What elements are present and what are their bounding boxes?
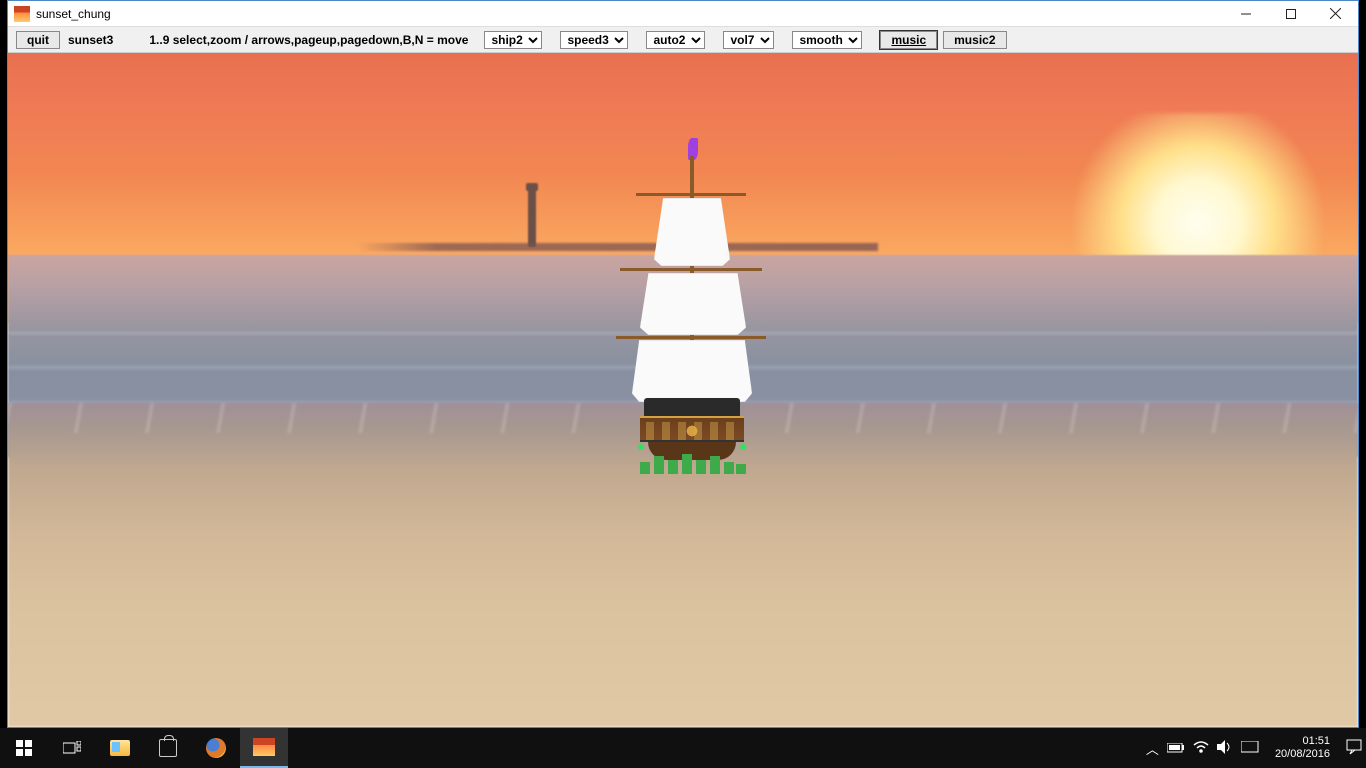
app-icon xyxy=(14,6,30,22)
window-controls xyxy=(1223,1,1358,26)
firefox-icon[interactable] xyxy=(192,728,240,768)
maximize-button[interactable] xyxy=(1268,1,1313,26)
tray-chevron-icon[interactable]: ︿ xyxy=(1146,739,1159,758)
ship-select[interactable]: ship2 xyxy=(484,31,542,49)
music-button[interactable]: music xyxy=(880,31,937,49)
app-window: sunset_chung quit sunset3 1..9 select,zo… xyxy=(7,0,1359,728)
clock-time: 01:51 xyxy=(1275,735,1330,748)
clock-date: 20/08/2016 xyxy=(1275,748,1330,761)
start-button[interactable] xyxy=(0,728,48,768)
system-tray[interactable]: ︿ 01:51 20/08/2016 xyxy=(1146,735,1366,761)
controls-hint: 1..9 select,zoom / arrows,pageup,pagedow… xyxy=(149,33,468,47)
battery-icon[interactable] xyxy=(1167,741,1185,756)
auto-select[interactable]: auto2 xyxy=(646,31,705,49)
close-button[interactable] xyxy=(1313,1,1358,26)
ship-sail xyxy=(632,340,752,402)
pier xyxy=(358,219,878,259)
task-view-button[interactable] xyxy=(48,728,96,768)
ship-sprite xyxy=(626,138,756,448)
scene-label: sunset3 xyxy=(66,33,115,47)
taskbar[interactable]: ︿ 01:51 20/08/2016 xyxy=(0,728,1366,768)
render-viewport[interactable] xyxy=(8,53,1358,727)
ship-sail xyxy=(640,273,746,335)
music2-button[interactable]: music2 xyxy=(943,31,1006,49)
titlebar[interactable]: sunset_chung xyxy=(8,1,1358,27)
smooth-select[interactable]: smooth xyxy=(792,31,862,49)
minimize-button[interactable] xyxy=(1223,1,1268,26)
ship-hull xyxy=(636,398,748,468)
action-center-icon[interactable] xyxy=(1346,739,1362,758)
file-explorer-icon[interactable] xyxy=(96,728,144,768)
vol-select[interactable]: vol7 xyxy=(723,31,774,49)
window-title: sunset_chung xyxy=(36,7,111,21)
ship-sail xyxy=(654,198,730,266)
toolbar: quit sunset3 1..9 select,zoom / arrows,p… xyxy=(8,27,1358,53)
clock[interactable]: 01:51 20/08/2016 xyxy=(1267,735,1338,761)
keyboard-icon[interactable] xyxy=(1241,741,1259,756)
lighthouse xyxy=(528,189,536,247)
wifi-icon[interactable] xyxy=(1193,741,1209,756)
store-icon[interactable] xyxy=(144,728,192,768)
speed-select[interactable]: speed3 xyxy=(560,31,628,49)
quit-button[interactable]: quit xyxy=(16,31,60,49)
volume-icon[interactable] xyxy=(1217,740,1233,757)
sunset-chung-task-icon[interactable] xyxy=(240,728,288,768)
